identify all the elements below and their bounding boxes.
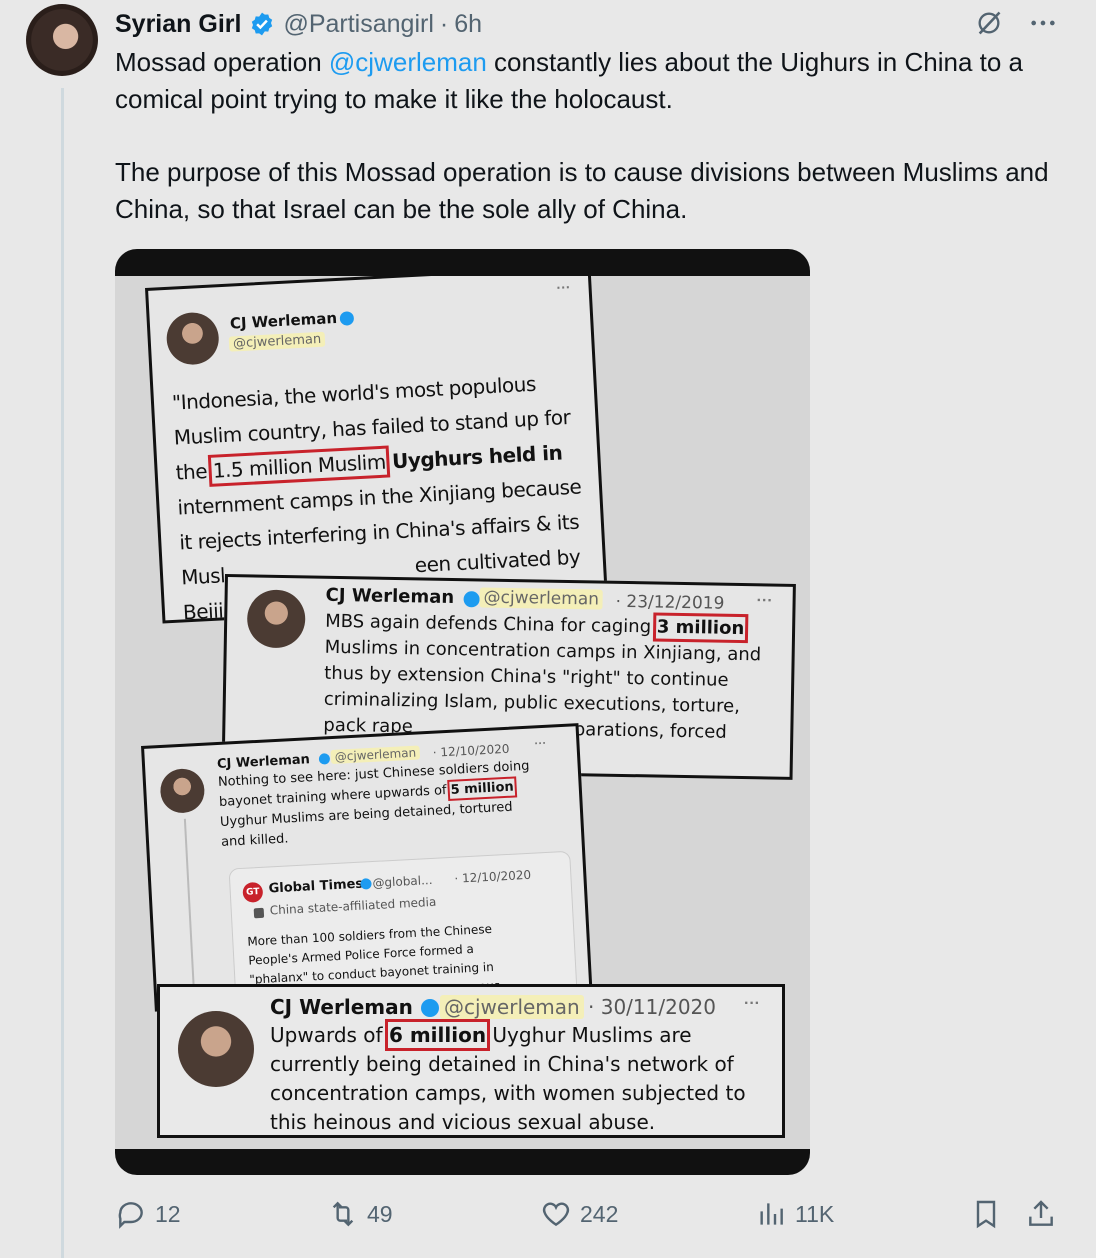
- card-text: eparations, forced: [562, 718, 727, 743]
- card-body: Nothing to see here: just Chinese soldie…: [218, 757, 534, 853]
- thread-connector: [183, 818, 196, 1009]
- more-icon: ···: [744, 995, 760, 1012]
- tweet-header: Syrian Girl @Partisangirl · 6h: [115, 8, 482, 40]
- highlight-box: 1.5 million Muslim: [208, 444, 391, 489]
- card-line: currently being detained in China's netw…: [270, 1052, 734, 1076]
- card-line: Upwards of 6 million Uyghur Muslims are: [270, 1019, 746, 1051]
- mention-link[interactable]: @cjwerleman: [329, 47, 487, 77]
- user-handle[interactable]: @Partisangirl: [283, 10, 433, 39]
- tweet-image[interactable]: CJ Werleman @cjwerleman ··· "Indonesia, …: [115, 249, 810, 1175]
- highlight-box: 5 million: [447, 775, 518, 802]
- tweet-top-actions: [974, 8, 1058, 38]
- verified-badge-icon: [360, 878, 372, 890]
- card-date: · 23/12/2019: [615, 591, 725, 614]
- card-date: · 12/10/2020: [432, 741, 510, 760]
- card-handle: @cjwerleman: [330, 745, 421, 765]
- state-media-icon: [253, 907, 265, 919]
- card-text: Uyghurs held in: [385, 440, 563, 474]
- quoted-card-3: CJ Werleman @cjwerleman · 12/10/2020 ···…: [141, 723, 593, 1012]
- grok-icon[interactable]: [974, 8, 1004, 38]
- verified-badge-icon: [252, 12, 273, 36]
- more-icon: ···: [534, 735, 547, 751]
- reply-icon: [118, 1202, 143, 1229]
- card-text: Upwards of: [270, 1023, 389, 1047]
- repost-button[interactable]: 49: [327, 1198, 393, 1230]
- more-icon[interactable]: [1028, 8, 1058, 38]
- card-text: MBS again defends China for caging: [325, 610, 658, 638]
- card-name: CJ Werleman: [325, 584, 455, 609]
- tweet-text-segment: Mossad operation: [115, 47, 329, 77]
- like-button[interactable]: 242: [540, 1198, 618, 1230]
- display-name[interactable]: Syrian Girl: [115, 10, 241, 39]
- heart-icon: [542, 1202, 570, 1227]
- screenshot-collage: CJ Werleman @cjwerleman ··· "Indonesia, …: [115, 276, 810, 1149]
- more-icon: ···: [556, 278, 571, 296]
- share-icon: [1029, 1200, 1053, 1226]
- card-text: Musl: [180, 563, 226, 590]
- highlight-box: 6 million: [384, 1019, 491, 1051]
- card-avatar: [165, 311, 221, 366]
- quote-name: Global Times: [268, 876, 364, 897]
- global-times-logo: GT: [242, 881, 264, 903]
- tweet-actions: 12 49 242 11K: [115, 1198, 1065, 1242]
- repost-icon: [332, 1201, 354, 1227]
- views-icon: [760, 1203, 783, 1225]
- views-button[interactable]: 11K: [755, 1198, 834, 1230]
- repost-count: 49: [367, 1200, 393, 1227]
- card-line: this heinous and vicious sexual abuse.: [270, 1110, 656, 1134]
- card-avatar: [178, 1011, 254, 1087]
- bookmark-icon: [976, 1200, 996, 1229]
- card-avatar: [246, 589, 306, 649]
- tweet-paragraph-1: Mossad operation @cjwerleman constantly …: [115, 44, 1055, 118]
- card-text: een cultivated by: [414, 544, 581, 578]
- verified-badge-icon: [463, 591, 480, 608]
- quoted-card-1: CJ Werleman @cjwerleman ··· "Indonesia, …: [145, 276, 608, 624]
- card-body: Upwards of 6 million Uyghur Muslims are …: [270, 1019, 746, 1135]
- share-button[interactable]: [1025, 1198, 1057, 1230]
- verified-badge-icon: [318, 753, 331, 765]
- separator: ·: [439, 9, 449, 38]
- thread-line: [61, 88, 64, 1258]
- card-line: concentration camps, with women subjecte…: [270, 1081, 746, 1105]
- more-icon: ···: [756, 592, 773, 610]
- card-handle: @cjwerleman: [228, 331, 326, 352]
- card-handle: @cjwerleman: [440, 995, 584, 1019]
- quoted-card-4: CJ Werleman @cjwerleman · 30/11/2020 ···…: [157, 984, 785, 1138]
- like-count: 242: [580, 1200, 619, 1227]
- reply-count: 12: [155, 1200, 181, 1227]
- card-avatar: [159, 767, 206, 815]
- card-text: Uyghur Muslims are: [486, 1023, 692, 1047]
- tweet-text: Mossad operation @cjwerleman constantly …: [115, 44, 1055, 264]
- card-handle: @cjwerleman: [479, 587, 604, 610]
- card-name: CJ Werleman: [270, 995, 413, 1019]
- quote-date: · 12/10/2020: [454, 867, 532, 886]
- bookmark-button[interactable]: [970, 1198, 1002, 1230]
- verified-badge-icon: [339, 311, 355, 326]
- card-date: · 30/11/2020: [588, 995, 716, 1019]
- timestamp[interactable]: 6h: [454, 10, 482, 39]
- highlight-box: 3 million: [652, 612, 749, 644]
- reply-button[interactable]: 12: [115, 1198, 181, 1230]
- card-name: CJ Werleman: [229, 309, 338, 333]
- state-media-label: China state-affiliated media: [269, 894, 437, 918]
- views-count: 11K: [795, 1200, 835, 1227]
- card-text: the: [175, 458, 214, 485]
- tweet-paragraph-2: The purpose of this Mossad operation is …: [115, 157, 1049, 224]
- quote-handle: @global...: [372, 872, 433, 891]
- avatar[interactable]: [26, 4, 98, 76]
- verified-badge-icon: [421, 999, 439, 1017]
